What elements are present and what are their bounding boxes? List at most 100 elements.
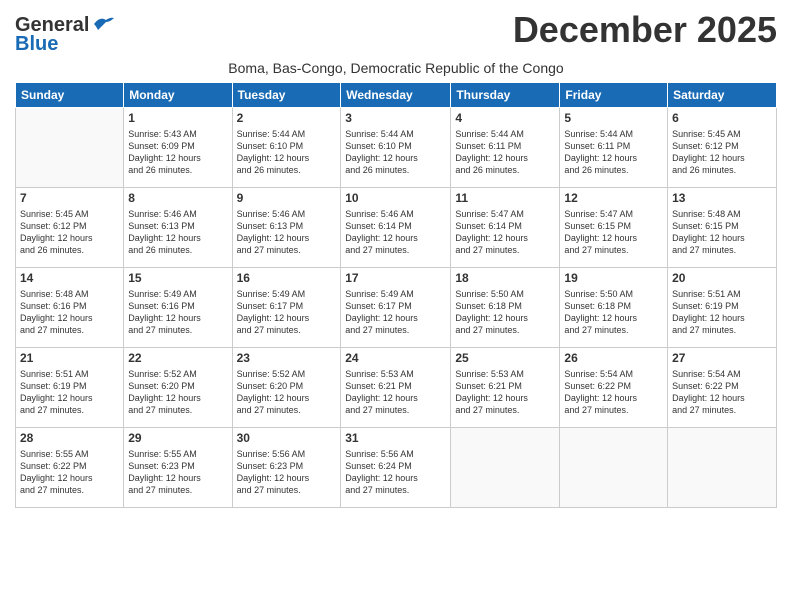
- calendar-table: Sunday Monday Tuesday Wednesday Thursday…: [15, 82, 777, 508]
- logo-blue: Blue: [15, 33, 58, 56]
- col-tuesday: Tuesday: [232, 83, 341, 108]
- day-info: Sunrise: 5:44 AM Sunset: 6:10 PM Dayligh…: [237, 128, 337, 177]
- day-number: 26: [564, 351, 663, 367]
- day-info: Sunrise: 5:49 AM Sunset: 6:17 PM Dayligh…: [237, 288, 337, 337]
- day-info: Sunrise: 5:55 AM Sunset: 6:23 PM Dayligh…: [128, 448, 227, 497]
- calendar-week-row: 28Sunrise: 5:55 AM Sunset: 6:22 PM Dayli…: [16, 428, 777, 508]
- day-info: Sunrise: 5:56 AM Sunset: 6:23 PM Dayligh…: [237, 448, 337, 497]
- calendar-cell: 14Sunrise: 5:48 AM Sunset: 6:16 PM Dayli…: [16, 268, 124, 348]
- day-number: 27: [672, 351, 772, 367]
- day-info: Sunrise: 5:56 AM Sunset: 6:24 PM Dayligh…: [345, 448, 446, 497]
- day-number: 5: [564, 111, 663, 127]
- logo-bird-icon: [92, 16, 114, 32]
- day-number: 14: [20, 271, 119, 287]
- day-info: Sunrise: 5:46 AM Sunset: 6:13 PM Dayligh…: [237, 208, 337, 257]
- calendar-cell: 2Sunrise: 5:44 AM Sunset: 6:10 PM Daylig…: [232, 108, 341, 188]
- calendar-cell: 23Sunrise: 5:52 AM Sunset: 6:20 PM Dayli…: [232, 348, 341, 428]
- day-number: 9: [237, 191, 337, 207]
- day-info: Sunrise: 5:45 AM Sunset: 6:12 PM Dayligh…: [672, 128, 772, 177]
- day-info: Sunrise: 5:44 AM Sunset: 6:10 PM Dayligh…: [345, 128, 446, 177]
- logo: General Blue: [15, 14, 114, 56]
- calendar-cell: 13Sunrise: 5:48 AM Sunset: 6:15 PM Dayli…: [668, 188, 777, 268]
- calendar-cell: 20Sunrise: 5:51 AM Sunset: 6:19 PM Dayli…: [668, 268, 777, 348]
- day-number: 31: [345, 431, 446, 447]
- day-info: Sunrise: 5:47 AM Sunset: 6:15 PM Dayligh…: [564, 208, 663, 257]
- day-info: Sunrise: 5:43 AM Sunset: 6:09 PM Dayligh…: [128, 128, 227, 177]
- calendar-cell: 21Sunrise: 5:51 AM Sunset: 6:19 PM Dayli…: [16, 348, 124, 428]
- day-info: Sunrise: 5:53 AM Sunset: 6:21 PM Dayligh…: [455, 368, 555, 417]
- calendar-cell: 3Sunrise: 5:44 AM Sunset: 6:10 PM Daylig…: [341, 108, 451, 188]
- day-info: Sunrise: 5:54 AM Sunset: 6:22 PM Dayligh…: [564, 368, 663, 417]
- day-info: Sunrise: 5:49 AM Sunset: 6:17 PM Dayligh…: [345, 288, 446, 337]
- day-info: Sunrise: 5:49 AM Sunset: 6:16 PM Dayligh…: [128, 288, 227, 337]
- day-number: 11: [455, 191, 555, 207]
- day-info: Sunrise: 5:48 AM Sunset: 6:16 PM Dayligh…: [20, 288, 119, 337]
- col-wednesday: Wednesday: [341, 83, 451, 108]
- day-info: Sunrise: 5:52 AM Sunset: 6:20 PM Dayligh…: [128, 368, 227, 417]
- day-info: Sunrise: 5:44 AM Sunset: 6:11 PM Dayligh…: [455, 128, 555, 177]
- day-info: Sunrise: 5:44 AM Sunset: 6:11 PM Dayligh…: [564, 128, 663, 177]
- day-number: 3: [345, 111, 446, 127]
- calendar-cell: 7Sunrise: 5:45 AM Sunset: 6:12 PM Daylig…: [16, 188, 124, 268]
- logo-area: General Blue: [15, 10, 114, 56]
- day-number: 21: [20, 351, 119, 367]
- day-info: Sunrise: 5:52 AM Sunset: 6:20 PM Dayligh…: [237, 368, 337, 417]
- calendar-cell: 18Sunrise: 5:50 AM Sunset: 6:18 PM Dayli…: [451, 268, 560, 348]
- calendar-cell: 9Sunrise: 5:46 AM Sunset: 6:13 PM Daylig…: [232, 188, 341, 268]
- day-info: Sunrise: 5:50 AM Sunset: 6:18 PM Dayligh…: [564, 288, 663, 337]
- calendar-cell: 19Sunrise: 5:50 AM Sunset: 6:18 PM Dayli…: [560, 268, 668, 348]
- col-thursday: Thursday: [451, 83, 560, 108]
- col-saturday: Saturday: [668, 83, 777, 108]
- calendar-cell: 31Sunrise: 5:56 AM Sunset: 6:24 PM Dayli…: [341, 428, 451, 508]
- calendar-cell: [16, 108, 124, 188]
- calendar-week-row: 1Sunrise: 5:43 AM Sunset: 6:09 PM Daylig…: [16, 108, 777, 188]
- month-title: December 2025: [513, 10, 777, 50]
- calendar-cell: 11Sunrise: 5:47 AM Sunset: 6:14 PM Dayli…: [451, 188, 560, 268]
- calendar-header-row: Sunday Monday Tuesday Wednesday Thursday…: [16, 83, 777, 108]
- calendar-cell: 27Sunrise: 5:54 AM Sunset: 6:22 PM Dayli…: [668, 348, 777, 428]
- day-number: 23: [237, 351, 337, 367]
- col-monday: Monday: [124, 83, 232, 108]
- day-info: Sunrise: 5:48 AM Sunset: 6:15 PM Dayligh…: [672, 208, 772, 257]
- day-info: Sunrise: 5:51 AM Sunset: 6:19 PM Dayligh…: [672, 288, 772, 337]
- calendar-cell: 6Sunrise: 5:45 AM Sunset: 6:12 PM Daylig…: [668, 108, 777, 188]
- calendar-week-row: 14Sunrise: 5:48 AM Sunset: 6:16 PM Dayli…: [16, 268, 777, 348]
- day-number: 20: [672, 271, 772, 287]
- calendar-cell: [451, 428, 560, 508]
- day-info: Sunrise: 5:47 AM Sunset: 6:14 PM Dayligh…: [455, 208, 555, 257]
- calendar-cell: 22Sunrise: 5:52 AM Sunset: 6:20 PM Dayli…: [124, 348, 232, 428]
- calendar-cell: 30Sunrise: 5:56 AM Sunset: 6:23 PM Dayli…: [232, 428, 341, 508]
- day-number: 8: [128, 191, 227, 207]
- day-info: Sunrise: 5:46 AM Sunset: 6:13 PM Dayligh…: [128, 208, 227, 257]
- day-info: Sunrise: 5:53 AM Sunset: 6:21 PM Dayligh…: [345, 368, 446, 417]
- title-area: December 2025: [513, 10, 777, 50]
- day-number: 10: [345, 191, 446, 207]
- day-number: 24: [345, 351, 446, 367]
- day-number: 15: [128, 271, 227, 287]
- day-number: 7: [20, 191, 119, 207]
- header: General Blue December 2025: [15, 10, 777, 56]
- day-info: Sunrise: 5:45 AM Sunset: 6:12 PM Dayligh…: [20, 208, 119, 257]
- calendar-cell: 10Sunrise: 5:46 AM Sunset: 6:14 PM Dayli…: [341, 188, 451, 268]
- calendar-cell: 29Sunrise: 5:55 AM Sunset: 6:23 PM Dayli…: [124, 428, 232, 508]
- day-number: 22: [128, 351, 227, 367]
- calendar-cell: 4Sunrise: 5:44 AM Sunset: 6:11 PM Daylig…: [451, 108, 560, 188]
- day-number: 6: [672, 111, 772, 127]
- calendar-page: General Blue December 2025 Boma, Bas-Con…: [0, 0, 792, 612]
- col-friday: Friday: [560, 83, 668, 108]
- day-number: 28: [20, 431, 119, 447]
- day-number: 18: [455, 271, 555, 287]
- day-number: 4: [455, 111, 555, 127]
- day-number: 29: [128, 431, 227, 447]
- calendar-cell: [560, 428, 668, 508]
- calendar-week-row: 21Sunrise: 5:51 AM Sunset: 6:19 PM Dayli…: [16, 348, 777, 428]
- day-number: 1: [128, 111, 227, 127]
- day-number: 2: [237, 111, 337, 127]
- day-number: 30: [237, 431, 337, 447]
- location-title: Boma, Bas-Congo, Democratic Republic of …: [15, 60, 777, 76]
- calendar-cell: 17Sunrise: 5:49 AM Sunset: 6:17 PM Dayli…: [341, 268, 451, 348]
- calendar-cell: 28Sunrise: 5:55 AM Sunset: 6:22 PM Dayli…: [16, 428, 124, 508]
- calendar-week-row: 7Sunrise: 5:45 AM Sunset: 6:12 PM Daylig…: [16, 188, 777, 268]
- calendar-cell: 26Sunrise: 5:54 AM Sunset: 6:22 PM Dayli…: [560, 348, 668, 428]
- calendar-cell: 24Sunrise: 5:53 AM Sunset: 6:21 PM Dayli…: [341, 348, 451, 428]
